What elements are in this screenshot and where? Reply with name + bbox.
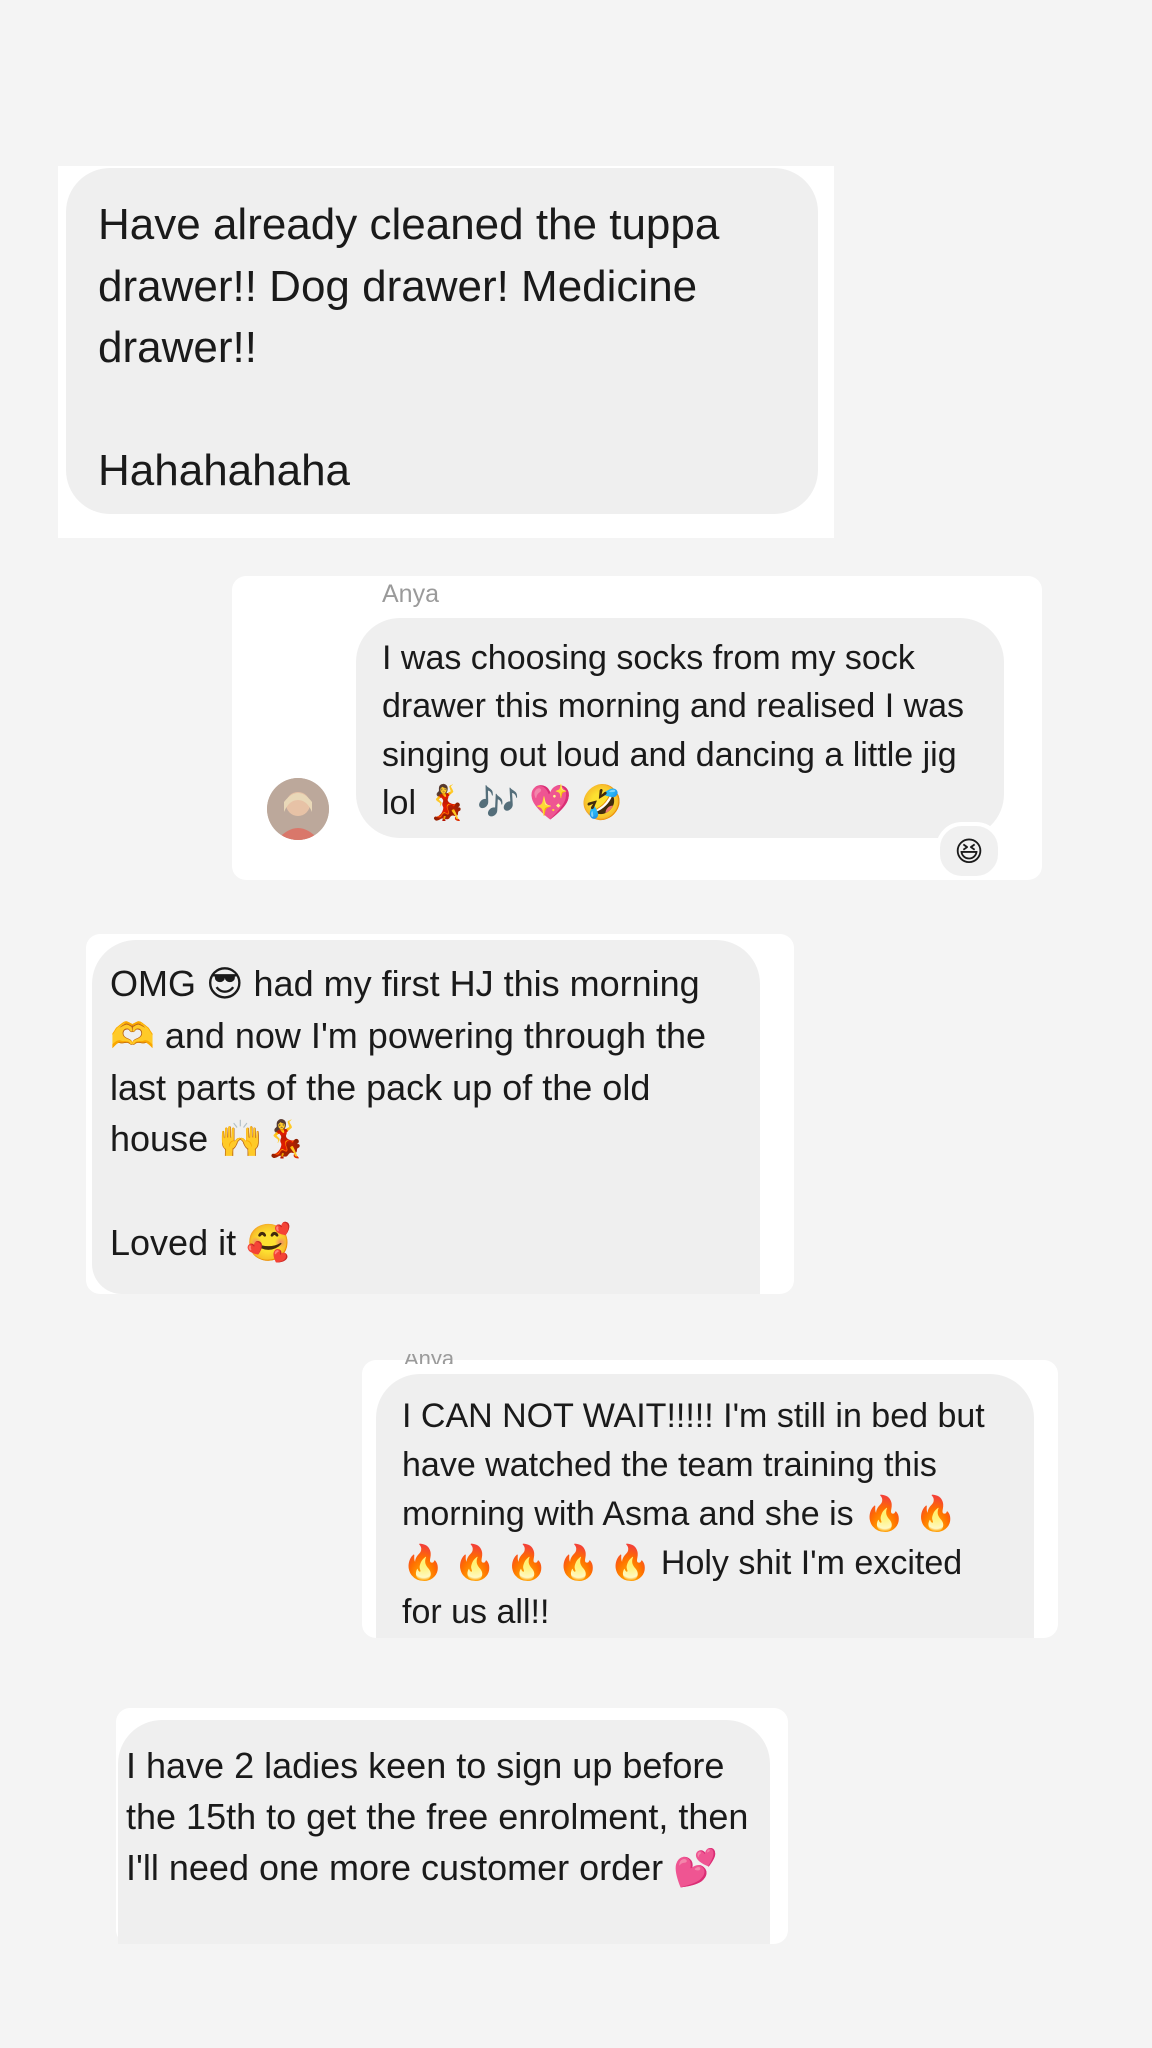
message-bubble-3[interactable]: OMG 😎 had my first HJ this morning 🫶 and… xyxy=(92,940,760,1294)
message-bubble-2[interactable]: I was choosing socks from my sock drawer… xyxy=(356,618,1004,838)
sender-name-4: Anya xyxy=(404,1354,454,1364)
message-bubble-4[interactable]: I CAN NOT WAIT!!!!! I'm still in bed but… xyxy=(376,1374,1034,1638)
grinning-squinting-face-icon: 😆 xyxy=(954,835,984,867)
message-bubble-1[interactable]: Have already cleaned the tuppa drawer!! … xyxy=(66,168,818,514)
message-bubble-5[interactable]: I have 2 ladies keen to sign up before t… xyxy=(118,1720,770,1944)
sender-name-2: Anya xyxy=(382,580,439,608)
reaction-badge[interactable]: 😆 xyxy=(936,822,1002,880)
avatar-photo-icon xyxy=(267,778,329,840)
avatar[interactable] xyxy=(267,778,329,840)
